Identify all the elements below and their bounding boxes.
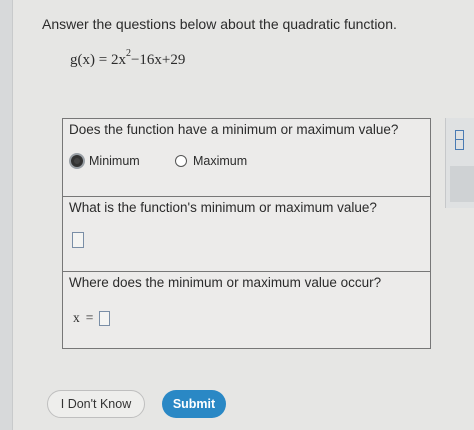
function-rest: −16x+29 bbox=[130, 52, 186, 68]
function-term-a: 2x bbox=[110, 52, 126, 68]
tool-panel bbox=[450, 166, 474, 202]
radio-maximum-label: Maximum bbox=[193, 154, 248, 168]
radio-minimum-label: Minimum bbox=[89, 154, 140, 168]
side-toolbar bbox=[445, 118, 474, 208]
question-box: Does the function have a minimum or maxi… bbox=[62, 118, 431, 349]
radio-maximum-dot[interactable] bbox=[175, 155, 187, 167]
x-equals-sign: = bbox=[85, 310, 94, 325]
x-variable-label: x bbox=[73, 310, 80, 325]
radio-minimum[interactable]: Minimum bbox=[71, 154, 140, 168]
x-equals-row: x = bbox=[73, 310, 111, 326]
left-panel-edge bbox=[0, 0, 13, 430]
question-1-section: Does the function have a minimum or maxi… bbox=[63, 119, 430, 197]
radio-minimum-dot[interactable] bbox=[71, 155, 83, 167]
question-2-text: What is the function's minimum or maximu… bbox=[69, 200, 377, 215]
question-1-text: Does the function have a minimum or maxi… bbox=[69, 122, 399, 137]
question-3-section: Where does the minimum or maximum value … bbox=[63, 272, 430, 346]
question-2-section: What is the function's minimum or maximu… bbox=[63, 197, 430, 272]
x-value-input[interactable] bbox=[99, 310, 111, 326]
function-equals: = bbox=[98, 52, 108, 68]
function-lhs: g(x) bbox=[70, 52, 95, 68]
i-dont-know-button[interactable]: I Don't Know bbox=[47, 390, 145, 418]
radio-maximum[interactable]: Maximum bbox=[175, 154, 247, 168]
question-3-text: Where does the minimum or maximum value … bbox=[69, 275, 382, 290]
submit-button[interactable]: Submit bbox=[162, 390, 226, 418]
extreme-value-input[interactable] bbox=[72, 232, 84, 248]
question-prompt: Answer the questions below about the qua… bbox=[42, 16, 397, 32]
fraction-tool-icon[interactable] bbox=[455, 130, 464, 150]
function-expression: g(x) = 2x2−16x+29 bbox=[70, 48, 186, 69]
function-exponent: 2 bbox=[125, 48, 131, 59]
